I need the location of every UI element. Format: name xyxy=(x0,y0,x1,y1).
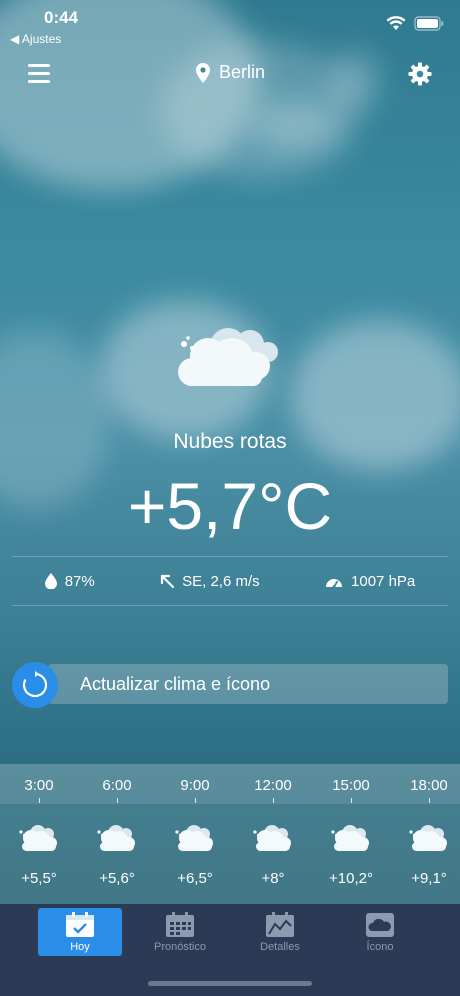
location-selector[interactable]: Berlin xyxy=(0,62,460,83)
tab-detalles[interactable]: Detalles xyxy=(238,908,322,956)
location-name: Berlin xyxy=(218,62,266,82)
calendar-check-icon xyxy=(66,912,94,937)
update-weather-control[interactable]: Actualizar clima e ícono xyxy=(12,662,448,708)
forecast-temperature: +5,5° xyxy=(21,870,57,887)
tab-hoy[interactable]: Hoy xyxy=(38,908,122,956)
location-pin-icon xyxy=(195,62,210,83)
water-drop-icon xyxy=(44,573,57,589)
forecast-cloud-icon xyxy=(406,822,452,854)
forecast-tick xyxy=(273,798,274,803)
weather-stats: 87% SE, 2,6 m/s 1007 hPa xyxy=(12,556,448,606)
update-weather-label: Actualizar clima e ícono xyxy=(80,673,271,694)
refresh-icon xyxy=(22,671,48,698)
forecast-time-label: 15:00 xyxy=(332,777,370,794)
wind-value: SE, 2,6 m/s xyxy=(182,572,260,590)
tab-pronostico-label: Pronóstico xyxy=(154,941,206,953)
chart-icon xyxy=(266,912,294,937)
forecast-tick xyxy=(351,798,352,803)
forecast-details-row xyxy=(0,804,460,904)
status-bar: 0:44 ◀ Ajustes xyxy=(0,0,460,52)
weather-description: Nubes rotas xyxy=(173,430,287,453)
forecast-cloud-icon xyxy=(16,822,62,854)
calendar-grid-icon xyxy=(166,912,194,937)
forecast-cloud-icon xyxy=(172,822,218,854)
pressure-stat: 1007 hPa xyxy=(325,573,415,590)
forecast-temperature: +10,2° xyxy=(329,870,373,887)
forecast-time-label: 18:00 xyxy=(410,777,448,794)
back-to-settings-link[interactable]: ◀ Ajustes xyxy=(10,32,61,46)
current-temperature: +5,7°C xyxy=(127,469,333,543)
wifi-icon xyxy=(386,16,406,30)
forecast-tick xyxy=(117,798,118,803)
pressure-value: 1007 hPa xyxy=(351,572,416,590)
cloud-icon xyxy=(366,913,394,937)
forecast-tick xyxy=(429,798,430,803)
forecast-time-label: 6:00 xyxy=(102,777,132,794)
forecast-temperature: +8° xyxy=(261,870,285,887)
wind-stat: SE, 2,6 m/s xyxy=(160,573,260,590)
forecast-cloud-icon xyxy=(250,822,296,854)
settings-button[interactable] xyxy=(408,62,432,86)
humidity-stat: 87% xyxy=(44,572,95,590)
forecast-cloud-icon xyxy=(328,822,374,854)
broken-clouds-icon xyxy=(178,328,278,386)
tab-icono-label: Ícono xyxy=(366,941,394,953)
battery-icon xyxy=(414,16,444,31)
refresh-button[interactable] xyxy=(12,662,58,708)
forecast-tick xyxy=(39,798,40,803)
gauge-icon xyxy=(326,578,343,588)
tab-detalles-label: Detalles xyxy=(260,941,300,953)
status-time: 0:44 xyxy=(44,8,79,27)
wind-direction-arrow-icon xyxy=(161,574,175,588)
forecast-temperature: +9,1° xyxy=(411,870,447,887)
forecast-time-label: 12:00 xyxy=(254,777,292,794)
gear-icon xyxy=(408,62,432,86)
humidity-value: 87% xyxy=(64,572,95,590)
home-indicator xyxy=(148,981,312,986)
forecast-temperature: +6,5° xyxy=(177,870,213,887)
forecast-tick xyxy=(195,798,196,803)
update-weather-button[interactable]: Actualizar clima e ícono xyxy=(48,664,448,704)
forecast-time-label: 9:00 xyxy=(180,777,210,794)
tab-pronostico[interactable]: Pronóstico xyxy=(138,908,222,956)
tab-icono[interactable]: Ícono xyxy=(338,908,422,956)
forecast-time-label: 3:00 xyxy=(24,777,54,794)
tab-hoy-label: Hoy xyxy=(70,941,90,953)
forecast-cloud-icon xyxy=(94,822,140,854)
forecast-temperature: +5,6° xyxy=(99,870,135,887)
